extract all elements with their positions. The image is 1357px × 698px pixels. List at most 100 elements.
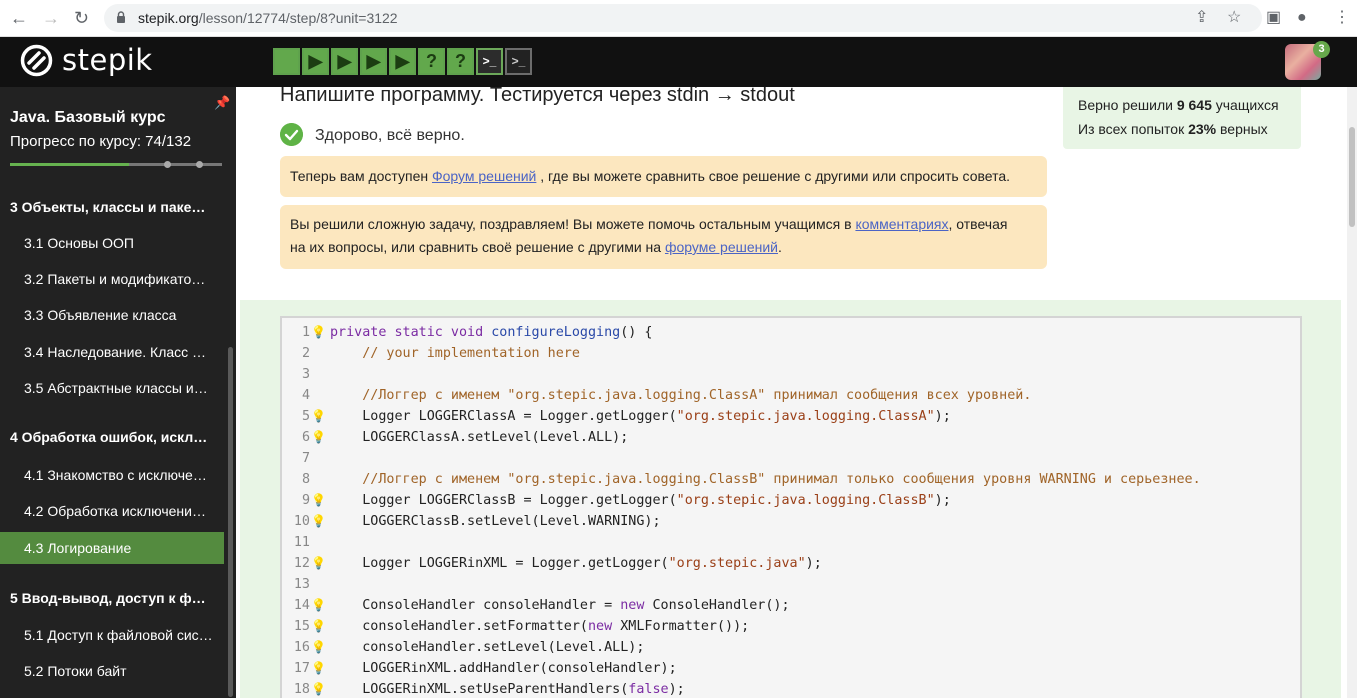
code-line: LOGGERClassA.setLevel(Level.ALL); [330,427,628,448]
stats-solved-prefix: Верно решили [1078,97,1177,113]
profile-icon[interactable]: ● [1297,9,1307,27]
step-button-5[interactable]: ▶ [389,48,416,75]
course-progress-fill [10,163,129,166]
lightbulb-icon[interactable]: 💡 [311,322,326,343]
code-line: private static void configureLogging() { [330,322,653,343]
step-button-3[interactable]: ▶ [331,48,358,75]
sidebar-lesson-item[interactable]: 3.1 Основы ООП [0,227,224,259]
code-line: ConsoleHandler consoleHandler = new Cons… [330,595,789,616]
reload-icon[interactable]: ↻ [74,9,89,27]
page-scrollbar-thumb[interactable] [1349,127,1355,227]
task-title: Напишите программу. Тестируется через st… [280,87,795,106]
step-button-6[interactable]: ? [418,48,445,75]
step-button-2[interactable]: ▶ [302,48,329,75]
code-token: new [587,619,613,634]
code-token: Logger LOGGERClassB = Logger.getLogger( [330,493,677,508]
code-token: "org.stepic.java.logging.ClassA" [676,409,935,424]
code-token: new [620,598,645,613]
sidebar-lesson-item[interactable]: 3.4 Наследование. Класс … [0,336,224,368]
step-button-9[interactable]: >_ [505,48,532,75]
sidebar-lesson-item[interactable]: 4.3 Логирование [0,532,224,564]
sidebar-lesson-item[interactable]: 3.3 Объявление класса [0,299,224,331]
forum-notice: Теперь вам доступен Форум решений , где … [280,156,1047,197]
step-button-1[interactable] [273,48,300,75]
step-button-4[interactable]: ▶ [360,48,387,75]
back-icon[interactable]: ← [10,9,28,27]
code-token: XMLFormatter()); [612,619,750,634]
congrats-line-2: на их вопросы, или сравнить своё решение… [290,236,1037,259]
line-number: 2 [301,346,310,361]
code-token: static [386,325,443,340]
address-bar[interactable]: stepik.org/lesson/12774/step/8?unit=3122 [104,4,1262,32]
sidebar-section[interactable]: 4 Обработка ошибок, искл… [10,429,207,445]
code-line: //Логгер с именем "org.stepic.java.loggi… [330,385,1031,406]
bookmark-star-icon[interactable]: ☆ [1227,9,1241,27]
comments-link[interactable]: комментариях [855,216,948,232]
sidebar-section[interactable]: 3 Объекты, классы и паке… [10,199,205,215]
code-token: ConsoleHandler consoleHandler = [330,598,621,613]
browser-menu-icon[interactable]: ⋮ [1334,9,1350,27]
lightbulb-icon[interactable]: 💡 [311,553,326,574]
code-token: () { [620,325,653,340]
lightbulb-icon[interactable]: 💡 [311,406,326,427]
stepik-header [0,37,1357,87]
lightbulb-icon[interactable]: 💡 [311,490,326,511]
course-title[interactable]: Java. Базовый курс [10,109,166,127]
code-line: Logger LOGGERClassA = Logger.getLogger("… [330,406,951,427]
lesson-content: Напишите программу. Тестируется через st… [236,87,1345,698]
stepik-logo-icon [20,44,53,76]
line-number: 15 [293,619,310,634]
lightbulb-icon[interactable]: 💡 [311,427,326,448]
line-number: 11 [293,535,310,550]
code-line: // your implementation here [330,343,580,364]
lightbulb-icon[interactable]: 💡 [311,637,326,658]
pin-icon[interactable]: 📌 [214,95,230,111]
course-progress-bar [10,161,222,168]
sidebar-lesson-item[interactable]: 4.1 Знакомство с исключе… [0,459,224,491]
line-number: 6 [301,430,310,445]
code-line: consoleHandler.setFormatter(new XMLForma… [330,616,749,637]
forum-solutions-link[interactable]: Форум решений [432,168,536,184]
side-panel-icon[interactable]: ▣ [1266,9,1281,27]
sidebar-lesson-item[interactable]: 3.5 Абстрактные классы и… [0,372,224,404]
code-token: LOGGERClassA.setLevel(Level.ALL); [330,430,629,445]
lightbulb-icon[interactable]: 💡 [311,658,326,679]
stats-solved-count: 9 645 [1176,97,1212,113]
progress-marker [196,161,203,168]
sidebar-lesson-item[interactable]: 3.2 Пакеты и модификато… [0,263,224,295]
line-number: 9 [301,493,310,508]
lightbulb-icon[interactable]: 💡 [311,595,326,616]
congrats-notice: Вы решили сложную задачу, поздравляем! В… [280,205,1047,269]
forward-icon[interactable]: → [42,9,60,27]
code-token: "org.stepic.java.logging.ClassB" [676,493,935,508]
sidebar-lesson-item[interactable]: 5.1 Доступ к файловой сис… [0,619,224,651]
congrats-text: Вы решили сложную задачу, поздравляем! В… [290,216,856,232]
solutions-forum-link[interactable]: форуме решений [665,239,778,255]
share-icon[interactable]: ⇪ [1195,9,1208,27]
sidebar-lesson-item[interactable]: 5.2 Потоки байт [0,655,224,687]
code-token: false [628,682,669,697]
line-number: 14 [293,598,310,613]
code-token: LOGGERClassB.setLevel(Level.WARNING); [330,514,661,529]
line-number: 16 [293,640,310,655]
code-token: //Логгер с именем "org.stepic.java.loggi… [330,388,1032,403]
stepik-logo[interactable]: stepik [20,43,153,77]
success-message: Здорово, всё верно. [315,127,465,144]
code-editor[interactable]: 1 💡 private static void configureLogging()… [280,316,1302,698]
code-token: // your implementation here [330,346,580,361]
sidebar-lesson-item[interactable]: 4.2 Обработка исключени… [0,495,224,527]
progress-marker [164,161,171,168]
line-number: 10 [293,514,310,529]
step-button-8[interactable]: >_ [476,48,503,75]
step-button-7[interactable]: ? [447,48,474,75]
lightbulb-icon[interactable]: 💡 [311,511,326,532]
lightbulb-icon[interactable]: 💡 [311,679,326,698]
sidebar-section[interactable]: 5 Ввод-вывод, доступ к ф… [10,590,206,606]
page-scrollbar[interactable] [1347,87,1357,698]
forum-notice-text: Теперь вам доступен [290,168,432,184]
url-host: stepik.org [138,10,199,26]
line-number: 5 [301,409,310,424]
sidebar-scrollbar[interactable] [228,347,233,697]
lightbulb-icon[interactable]: 💡 [311,616,326,637]
code-line: //Логгер с именем "org.stepic.java.loggi… [330,469,1200,490]
